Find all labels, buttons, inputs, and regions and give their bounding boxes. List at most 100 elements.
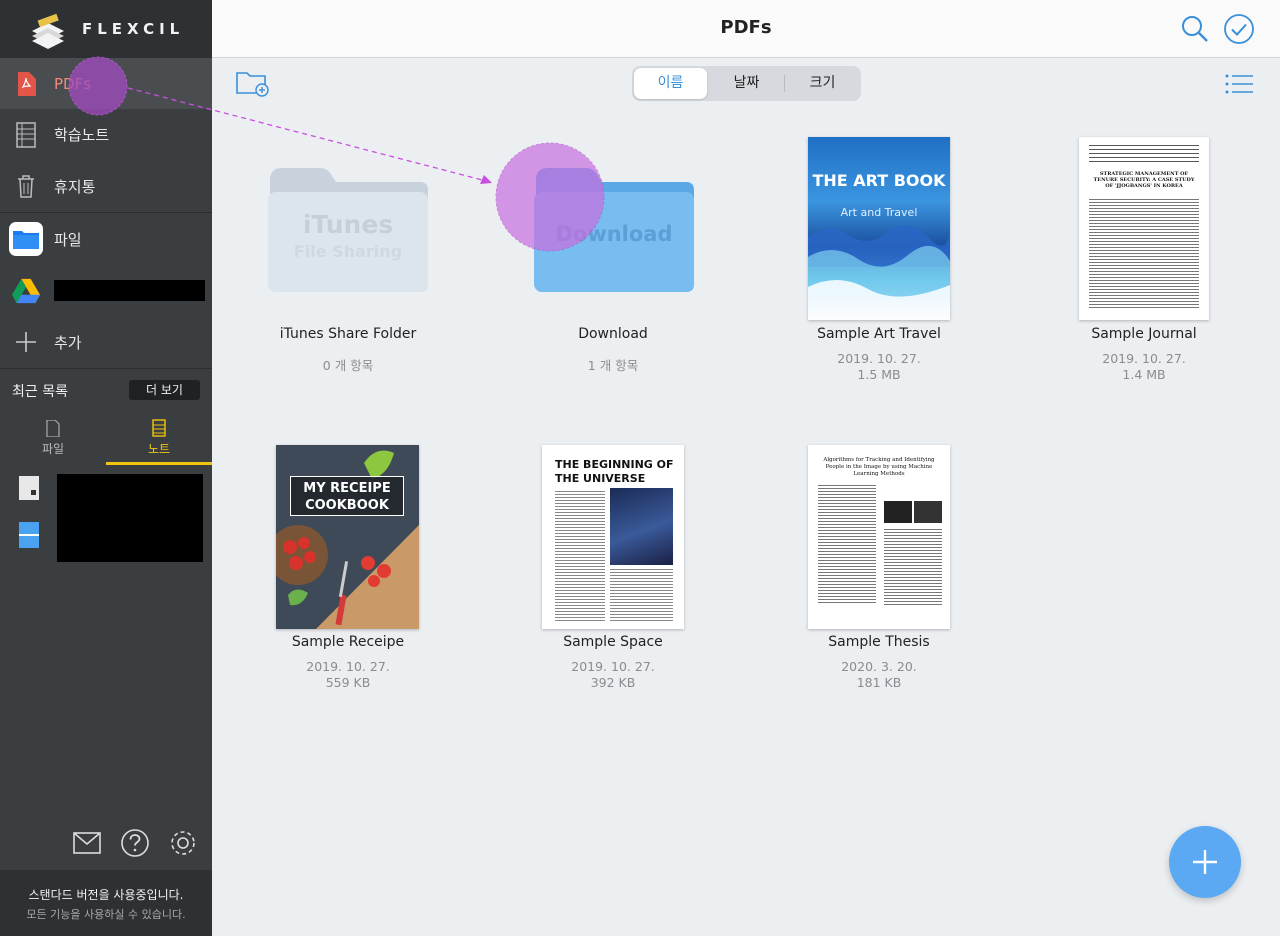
sidebar-item-study-notes[interactable]: 학습노트 xyxy=(0,109,212,160)
cover-illustration xyxy=(808,225,950,320)
item-count: 1 개 항목 xyxy=(587,358,639,373)
item-size: 392 KB xyxy=(590,675,636,690)
text-lines xyxy=(1089,145,1199,165)
grid-item-art-travel: Sample Art Travel 2019. 10. 27. 1.5 MB xyxy=(779,326,979,383)
sort-by-name[interactable]: 이름 xyxy=(634,68,707,99)
text-lines xyxy=(818,485,876,605)
folder-sublabel: File Sharing xyxy=(293,242,403,261)
figure-image xyxy=(884,501,912,523)
folder-itunes[interactable]: iTunes File Sharing xyxy=(266,166,430,296)
notebook-small-icon xyxy=(152,419,166,437)
sidebar-item-label: 파일 xyxy=(54,230,82,249)
cover-title: THE ART BOOK xyxy=(812,171,946,190)
cover-title: THE BEGINNING OF THE UNIVERSE xyxy=(555,458,674,485)
item-count: 0 개 항목 xyxy=(322,358,374,373)
item-size: 559 KB xyxy=(325,675,371,690)
grid-item-space: Sample Space 2019. 10. 27. 392 KB xyxy=(513,634,713,691)
sidebar-item-add[interactable]: 추가 xyxy=(0,318,212,366)
search-icon[interactable] xyxy=(1180,14,1210,44)
sidebar-item-pdfs[interactable]: PDFs xyxy=(0,58,212,109)
tab-label: 파일 xyxy=(41,442,65,456)
select-check-icon[interactable] xyxy=(1223,13,1255,45)
recent-section-header: 최근 목록 더 보기 xyxy=(0,375,212,405)
notebook-icon xyxy=(12,121,40,149)
plan-status: 스탠다드 버전을 사용중입니다. xyxy=(28,888,184,902)
google-drive-icon xyxy=(12,277,40,305)
item-date: 2019. 10. 27. xyxy=(1102,351,1186,366)
help-icon[interactable] xyxy=(120,828,150,858)
plus-icon xyxy=(12,328,40,356)
cover-title: MY RECEIPE COOKBOOK xyxy=(303,481,391,513)
cover-subtitle: Art and Travel xyxy=(840,206,918,219)
folder-label: Download xyxy=(555,222,673,246)
item-name: Sample Space xyxy=(563,634,663,650)
divider xyxy=(0,212,212,213)
grid-item-itunes: iTunes Share Folder 0 개 항목 xyxy=(248,326,448,374)
plan-footer: 스탠다드 버전을 사용중입니다. 모든 기능을 사용하실 수 있습니다. xyxy=(0,870,212,936)
galaxy-image xyxy=(610,488,673,565)
grid-item-journal: Sample Journal 2019. 10. 27. 1.4 MB xyxy=(1044,326,1244,383)
plus-icon xyxy=(1193,850,1217,874)
text-lines xyxy=(555,491,605,621)
item-size: 181 KB xyxy=(856,675,902,690)
item-size: 1.5 MB xyxy=(857,367,901,382)
cover-illustration xyxy=(276,450,419,629)
pdf-small-icon xyxy=(46,420,60,437)
tab-recent-notes[interactable]: 노트 xyxy=(106,416,212,466)
pdf-icon xyxy=(12,70,40,98)
redacted-account xyxy=(54,280,205,301)
list-view-icon[interactable] xyxy=(1225,74,1253,94)
item-name: iTunes Share Folder xyxy=(279,326,417,342)
sort-by-date[interactable]: 날짜 xyxy=(710,68,783,99)
gear-icon[interactable] xyxy=(168,828,198,858)
segment-divider xyxy=(784,75,785,92)
sidebar-item-trash[interactable]: 휴지통 xyxy=(0,160,212,212)
mail-icon[interactable] xyxy=(73,832,101,854)
trash-icon xyxy=(12,172,40,200)
cover-title: STRATEGIC MANAGEMENT OF TENURE SECURITY:… xyxy=(1093,171,1195,189)
item-date: 2019. 10. 27. xyxy=(571,659,655,674)
grid-item-receipe: Sample Receipe 2019. 10. 27. 559 KB xyxy=(248,634,448,691)
cover-art-travel[interactable]: THE ART BOOK Art and Travel xyxy=(808,137,950,320)
item-name: Sample Thesis xyxy=(828,634,930,650)
sidebar-item-label: 휴지통 xyxy=(54,177,96,196)
sidebar-item-label: PDFs xyxy=(54,74,92,93)
item-name: Download xyxy=(578,326,648,342)
sidebar: FLEXCIL PDFs 학습노트 휴지통 파일 추가 최근 목록 더 보기 파… xyxy=(0,0,212,936)
item-date: 2019. 10. 27. xyxy=(306,659,390,674)
cover-space[interactable]: THE BEGINNING OF THE UNIVERSE xyxy=(542,445,684,629)
item-size: 1.4 MB xyxy=(1122,367,1166,382)
tab-recent-files[interactable]: 파일 xyxy=(0,416,106,466)
sidebar-bottom-toolbar xyxy=(0,826,212,862)
add-fab-button[interactable] xyxy=(1169,826,1241,898)
files-app-icon xyxy=(9,222,43,256)
sort-by-size[interactable]: 크기 xyxy=(786,68,859,99)
plan-description: 모든 기능을 사용하실 수 있습니다. xyxy=(26,908,186,921)
item-date: 2020. 3. 20. xyxy=(841,659,917,674)
grid-item-thesis: Sample Thesis 2020. 3. 20. 181 KB xyxy=(779,634,979,691)
sidebar-item-label: 추가 xyxy=(54,333,82,352)
cover-thesis[interactable]: Algorithms for Tracking and Identifying … xyxy=(808,445,950,629)
new-folder-icon[interactable] xyxy=(236,70,270,98)
item-name: Sample Receipe xyxy=(291,634,405,650)
figure-image xyxy=(914,501,942,523)
recent-title: 최근 목록 xyxy=(12,384,68,400)
grid-item-download: Download 1 개 항목 xyxy=(513,326,713,374)
logo-text: FLEXCIL xyxy=(82,20,185,38)
more-button[interactable]: 더 보기 xyxy=(129,380,200,400)
divider xyxy=(0,368,212,369)
tab-label: 노트 xyxy=(147,442,171,456)
folder-download[interactable]: Download xyxy=(532,166,696,296)
cover-receipe[interactable]: MY RECEIPE COOKBOOK xyxy=(276,445,419,629)
cover-journal[interactable]: STRATEGIC MANAGEMENT OF TENURE SECURITY:… xyxy=(1079,137,1209,320)
folder-label: iTunes xyxy=(302,210,394,239)
sidebar-header: FLEXCIL xyxy=(0,0,212,58)
item-date: 2019. 10. 27. xyxy=(837,351,921,366)
recent-note-thumb[interactable] xyxy=(19,522,39,548)
recent-note-thumb[interactable] xyxy=(19,476,39,500)
sidebar-item-label: 학습노트 xyxy=(54,126,110,144)
page-title: PDFs xyxy=(720,17,772,38)
flexcil-logo-icon xyxy=(28,9,68,49)
sidebar-item-files[interactable]: 파일 xyxy=(0,214,212,264)
text-lines xyxy=(884,529,942,605)
